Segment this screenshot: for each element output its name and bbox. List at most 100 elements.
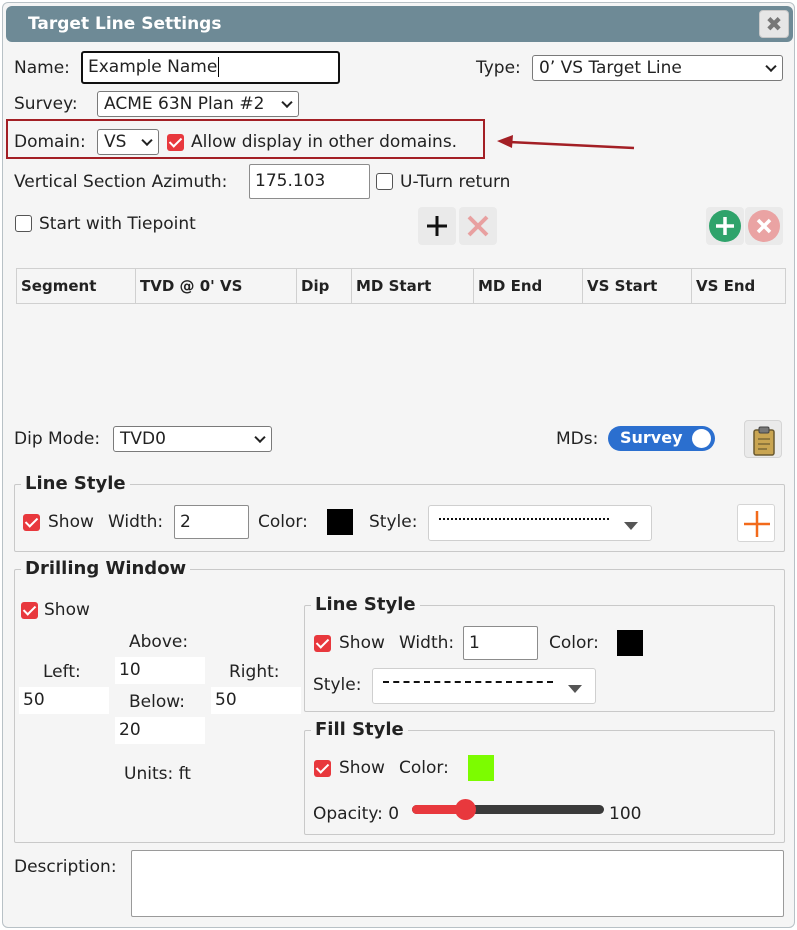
line-style-color-swatch[interactable] xyxy=(327,509,353,535)
segments-table-body xyxy=(16,304,786,412)
allow-display-checkbox[interactable] xyxy=(167,134,184,151)
above-input[interactable]: 10 xyxy=(115,657,205,684)
opacity-max-label: 100 xyxy=(609,804,642,824)
dashed-line-preview xyxy=(439,518,609,520)
drilling-window-show-checkbox[interactable] xyxy=(21,602,38,619)
dialog-title: Target Line Settings xyxy=(28,14,222,34)
x-circle-icon xyxy=(748,210,780,242)
tiepoint-checkbox[interactable] xyxy=(15,215,32,232)
drilling-window-show-label: Show xyxy=(44,600,90,620)
dw-line-style-width-label: Width: xyxy=(399,633,455,653)
above-value: 10 xyxy=(119,660,141,680)
right-label: Right: xyxy=(229,662,280,682)
clipboard-button[interactable] xyxy=(744,420,782,458)
domain-select[interactable]: VS xyxy=(97,129,159,155)
line-style-width-input[interactable]: 2 xyxy=(174,505,249,539)
dw-line-style-width-value: 1 xyxy=(469,633,480,653)
mds-survey-toggle[interactable]: Survey xyxy=(608,426,715,451)
dw-line-style-style-label: Style: xyxy=(313,675,362,695)
left-label: Left: xyxy=(43,662,81,682)
left-input[interactable]: 50 xyxy=(19,687,109,714)
remove-item-button[interactable] xyxy=(745,207,783,245)
dialog-titlebar: Target Line Settings ✖ xyxy=(6,6,793,42)
description-textarea[interactable] xyxy=(131,850,784,917)
name-label: Name: xyxy=(14,58,70,78)
domain-label: Domain: xyxy=(14,132,86,152)
tiepoint-label: Start with Tiepoint xyxy=(39,214,196,234)
survey-label: Survey: xyxy=(14,94,78,114)
dw-fill-style-legend: Fill Style xyxy=(311,719,408,740)
plus-icon xyxy=(427,216,447,236)
line-style-show-label: Show xyxy=(48,512,94,532)
annotation-arrow xyxy=(497,135,635,150)
domain-value: VS xyxy=(104,132,127,152)
description-label: Description: xyxy=(14,857,117,877)
above-label: Above: xyxy=(129,632,189,652)
segments-table-header: Segment TVD @ 0' VS Dip MD Start MD End … xyxy=(16,268,786,304)
dip-mode-value: TVD0 xyxy=(120,429,166,449)
column-header-tvd: TVD @ 0' VS xyxy=(136,269,297,303)
type-value: 0’ VS Target Line xyxy=(539,58,682,78)
uturn-checkbox[interactable] xyxy=(376,173,393,190)
name-input[interactable]: Example Name xyxy=(81,51,340,84)
line-style-width-label: Width: xyxy=(108,512,164,532)
line-style-style-select[interactable] xyxy=(428,505,652,541)
dashed-line-preview xyxy=(383,681,553,683)
opacity-slider[interactable] xyxy=(412,799,604,820)
column-header-vs-end: VS End xyxy=(696,277,756,295)
drilling-window-legend: Drilling Window xyxy=(21,558,191,579)
dw-line-style-legend: Line Style xyxy=(311,594,420,615)
remove-segment-button[interactable] xyxy=(459,207,497,245)
opacity-min-label: Opacity: 0 xyxy=(313,804,400,824)
dip-mode-label: Dip Mode: xyxy=(14,429,101,449)
chevron-down-icon xyxy=(281,96,293,109)
dropdown-arrow-icon xyxy=(568,685,582,693)
line-style-color-label: Color: xyxy=(258,512,308,532)
add-item-button[interactable] xyxy=(706,207,744,245)
line-style-width-value: 2 xyxy=(180,512,191,532)
left-value: 50 xyxy=(23,690,45,710)
plus-circle-icon xyxy=(709,210,741,242)
azimuth-value: 175.103 xyxy=(255,171,326,191)
dw-fill-style-color-label: Color: xyxy=(399,758,449,778)
close-icon: ✖ xyxy=(765,12,783,36)
dw-fill-style-color-swatch[interactable] xyxy=(468,755,494,781)
right-input[interactable]: 50 xyxy=(211,687,301,714)
add-segment-button[interactable] xyxy=(418,207,456,245)
uturn-label: U-Turn return xyxy=(400,172,511,192)
below-input[interactable]: 20 xyxy=(115,717,205,744)
azimuth-label: Vertical Section Azimuth: xyxy=(14,172,228,192)
dw-fill-style-show-label: Show xyxy=(339,758,385,778)
add-line-style-button[interactable] xyxy=(737,504,775,542)
close-button[interactable]: ✖ xyxy=(759,10,789,38)
line-style-show-checkbox[interactable] xyxy=(23,514,40,531)
survey-value: ACME 63N Plan #2 xyxy=(104,94,265,114)
chevron-down-icon xyxy=(141,134,153,147)
survey-select[interactable]: ACME 63N Plan #2 xyxy=(97,91,299,117)
dw-line-style-style-select[interactable] xyxy=(372,668,596,704)
mds-label: MDs: xyxy=(556,429,599,449)
azimuth-input[interactable]: 175.103 xyxy=(249,164,370,199)
clipboard-icon xyxy=(753,426,775,456)
toggle-knob xyxy=(692,429,711,448)
dw-line-style-color-swatch[interactable] xyxy=(617,630,643,656)
dip-mode-select[interactable]: TVD0 xyxy=(113,426,272,452)
x-icon xyxy=(467,215,489,237)
dw-fill-style-show-checkbox[interactable] xyxy=(314,760,331,777)
opacity-slider-thumb[interactable] xyxy=(454,799,476,820)
plus-icon xyxy=(744,511,770,537)
right-value: 50 xyxy=(215,690,237,710)
type-select[interactable]: 0’ VS Target Line xyxy=(532,55,783,81)
below-value: 20 xyxy=(119,720,141,740)
column-header-dip: Dip xyxy=(297,269,352,303)
type-label: Type: xyxy=(476,58,521,78)
chevron-down-icon xyxy=(254,431,266,444)
mds-toggle-label: Survey xyxy=(620,428,683,447)
name-value: Example Name xyxy=(88,57,218,77)
line-style-style-label: Style: xyxy=(369,512,418,532)
dw-line-style-show-checkbox[interactable] xyxy=(314,635,331,652)
units-label: Units: ft xyxy=(124,764,191,784)
dw-line-style-width-input[interactable]: 1 xyxy=(463,626,538,660)
column-header-md-end: MD End xyxy=(474,269,583,303)
dw-line-style-color-label: Color: xyxy=(549,633,599,653)
